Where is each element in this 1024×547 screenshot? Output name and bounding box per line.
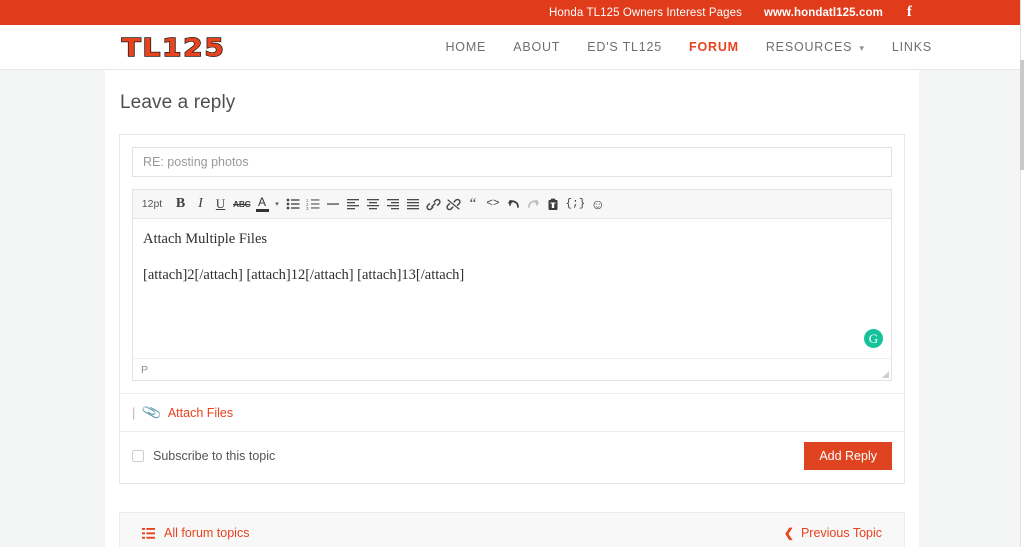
nav-item-home[interactable]: HOME <box>445 40 486 54</box>
editor-toolbar: 12pt B I U ABC A ▾ 123 “ <> {;} ☺ <box>133 190 891 219</box>
unlink-icon[interactable] <box>444 193 463 215</box>
element-path: P <box>141 363 149 376</box>
main-navigation: HOME ABOUT ED'S TL125 FORUM RESOURCES ▾ … <box>445 40 932 54</box>
emoji-icon[interactable]: ☺ <box>588 193 607 215</box>
editor-statusbar: P <box>133 358 891 380</box>
page-title: Leave a reply <box>120 92 236 113</box>
text-color-dropdown-icon[interactable]: ▾ <box>272 193 283 215</box>
subject-input[interactable] <box>132 147 892 177</box>
align-center-icon[interactable] <box>364 193 383 215</box>
horizontal-rule-icon[interactable] <box>324 193 343 215</box>
previous-topic-label: Previous Topic <box>800 526 882 540</box>
nav-item-links[interactable]: LINKS <box>892 40 932 54</box>
text-color-letter: A <box>258 194 267 209</box>
topic-nav-row: All forum topics ❮ Previous Topic <box>120 513 904 547</box>
subject-row <box>120 135 904 177</box>
attach-divider: | <box>132 405 136 420</box>
underline-icon[interactable]: U <box>211 193 230 215</box>
all-forum-topics-link[interactable]: All forum topics <box>142 526 249 540</box>
subscribe-label: Subscribe to this topic <box>153 449 276 463</box>
bold-icon[interactable]: B <box>171 193 190 215</box>
code-icon[interactable]: <> <box>484 193 503 215</box>
site-logo[interactable]: TL125 <box>98 32 249 62</box>
blockquote-icon[interactable]: “ <box>464 193 483 215</box>
page-scrollbar-thumb[interactable] <box>1020 60 1024 170</box>
paste-as-text-icon[interactable] <box>544 193 563 215</box>
reply-form-footer: Subscribe to this topic Add Reply <box>120 431 904 483</box>
bullet-list-icon[interactable] <box>284 193 303 215</box>
font-size-selector[interactable]: 12pt <box>139 193 165 215</box>
undo-icon[interactable] <box>504 193 523 215</box>
justify-icon[interactable] <box>404 193 423 215</box>
nav-item-about[interactable]: ABOUT <box>513 40 560 54</box>
facebook-icon[interactable]: f <box>907 5 912 20</box>
chevron-down-icon: ▾ <box>859 43 865 53</box>
reply-form: 12pt B I U ABC A ▾ 123 <box>119 134 905 484</box>
redo-icon[interactable] <box>524 193 543 215</box>
rich-text-editor: 12pt B I U ABC A ▾ 123 “ <> {;} ☺ Attach… <box>132 189 892 381</box>
paperclip-icon[interactable]: 📎 <box>141 402 163 424</box>
editor-content-area[interactable]: Attach Multiple Files [attach]2[/attach]… <box>133 219 891 358</box>
utility-topbar: Honda TL125 Owners Interest Pages www.ho… <box>0 0 1024 25</box>
italic-icon[interactable]: I <box>191 193 210 215</box>
align-right-icon[interactable] <box>384 193 403 215</box>
nav-item-resources[interactable]: RESOURCES ▾ <box>766 40 865 54</box>
subscribe-checkbox[interactable] <box>132 450 144 462</box>
all-forum-topics-label: All forum topics <box>164 526 250 540</box>
attach-files-link[interactable]: Attach Files <box>168 406 233 420</box>
site-tagline: Honda TL125 Owners Interest Pages <box>548 6 742 19</box>
editor-resize-handle[interactable] <box>882 371 889 378</box>
text-color-icon[interactable]: A <box>254 193 271 215</box>
content-panel: Leave a reply 12pt B I U ABC A ▾ <box>105 70 919 547</box>
nav-item-resources-label: RESOURCES <box>765 40 853 54</box>
page-scrollbar[interactable] <box>1020 0 1024 547</box>
source-code-icon[interactable]: {;} <box>564 193 588 215</box>
page-body: Leave a reply 12pt B I U ABC A ▾ <box>0 70 1024 547</box>
nav-item-eds-tl125[interactable]: ED'S TL125 <box>587 40 662 54</box>
svg-text:3: 3 <box>306 206 309 210</box>
add-reply-button[interactable]: Add Reply <box>804 442 892 470</box>
site-url-link[interactable]: www.hondatl125.com <box>764 7 883 19</box>
numbered-list-icon[interactable]: 123 <box>304 193 323 215</box>
nav-item-forum[interactable]: FORUM <box>689 40 739 54</box>
topic-nav-box: All forum topics ❮ Previous Topic Curren… <box>119 512 905 547</box>
chevron-left-icon: ❮ <box>783 526 794 540</box>
editor-line-2: [attach]2[/attach] [attach]12[/attach] [… <box>143 267 465 284</box>
attach-files-row: | 📎 Attach Files <box>120 393 904 431</box>
site-header: TL125 HOME ABOUT ED'S TL125 FORUM RESOUR… <box>0 25 1024 70</box>
align-left-icon[interactable] <box>344 193 363 215</box>
link-icon[interactable] <box>424 193 443 215</box>
list-icon <box>142 527 155 539</box>
previous-topic-link[interactable]: ❮ Previous Topic <box>784 526 882 540</box>
editor-line-1: Attach Multiple Files <box>143 231 268 247</box>
grammarly-badge-icon[interactable]: G <box>864 329 883 348</box>
strikethrough-icon[interactable]: ABC <box>231 193 253 215</box>
subscribe-row[interactable]: Subscribe to this topic <box>132 449 275 463</box>
